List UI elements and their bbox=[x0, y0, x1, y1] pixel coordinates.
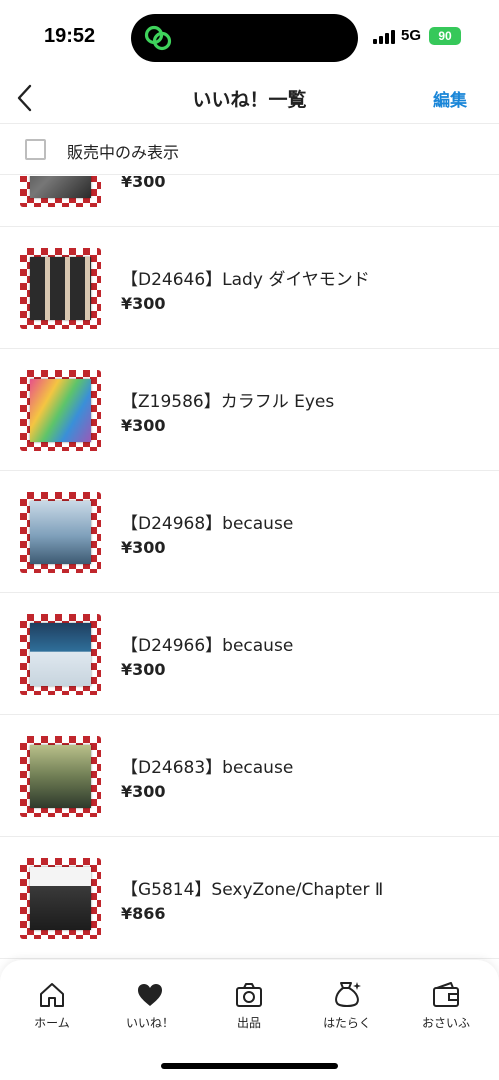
status-time: 19:52 bbox=[44, 25, 96, 47]
status-bar: 19:52 5G 90 bbox=[0, 0, 499, 72]
signal-icon bbox=[373, 30, 397, 44]
tab-likes-label: いいね！ bbox=[125, 1016, 174, 1030]
home-indicator[interactable] bbox=[161, 1063, 338, 1069]
item-title: 【D24966】because bbox=[121, 636, 294, 656]
tab-wallet-label: おさいふ bbox=[421, 1016, 470, 1030]
item-price: ¥300 bbox=[121, 538, 166, 557]
list-item[interactable]: 【D24646】Lady ダイヤモンド ¥300 bbox=[0, 227, 499, 349]
page-title: いいね！一覧 bbox=[192, 89, 307, 111]
list-item[interactable]: ¥300 bbox=[0, 176, 499, 227]
item-price: ¥300 bbox=[121, 782, 166, 801]
item-title: 【D24646】Lady ダイヤモンド bbox=[121, 270, 370, 290]
on-sale-only-checkbox[interactable] bbox=[25, 139, 46, 160]
battery-icon: 90 bbox=[429, 27, 461, 45]
tab-sell[interactable]: 出品 bbox=[204, 980, 294, 1036]
item-title: 【G5814】SexyZone/Chapter Ⅱ bbox=[121, 880, 384, 900]
item-thumbnail bbox=[20, 858, 101, 939]
list-item[interactable]: 【G5814】SexyZone/Chapter Ⅱ ¥866 bbox=[0, 837, 499, 959]
wallet-icon bbox=[433, 982, 459, 1007]
app-activity-icon bbox=[144, 25, 172, 51]
list-item[interactable]: 【D24966】because ¥300 bbox=[0, 593, 499, 715]
tab-home[interactable]: ホーム bbox=[7, 980, 97, 1036]
filter-row[interactable]: 販売中のみ表示 bbox=[0, 125, 499, 175]
tab-work-label: はたらく bbox=[323, 1016, 371, 1030]
liked-items-list[interactable]: ¥300 【D24646】Lady ダイヤモンド ¥300 【Z19586】カラ… bbox=[0, 176, 499, 960]
network-type: 5G bbox=[401, 27, 422, 44]
item-thumbnail bbox=[20, 492, 101, 573]
money-bag-icon bbox=[335, 982, 361, 1007]
on-sale-only-label: 販売中のみ表示 bbox=[67, 143, 180, 162]
list-item[interactable]: 【D24968】because ¥300 bbox=[0, 471, 499, 593]
item-thumbnail bbox=[20, 614, 101, 695]
item-thumbnail bbox=[20, 176, 101, 207]
tab-home-label: ホーム bbox=[34, 1016, 70, 1030]
dynamic-island bbox=[131, 14, 358, 62]
item-title: 【D24683】because bbox=[121, 758, 294, 778]
edit-button[interactable]: 編集 bbox=[433, 86, 467, 111]
tab-wallet[interactable]: おさいふ bbox=[401, 980, 491, 1036]
tab-work[interactable]: はたらく bbox=[302, 980, 392, 1036]
item-price: ¥300 bbox=[121, 176, 166, 191]
item-title: 【D24968】because bbox=[121, 514, 294, 534]
bottom-tab-bar: ホーム いいね！ 出品 はたらく おさいふ bbox=[0, 960, 499, 1080]
home-icon bbox=[40, 983, 64, 1007]
item-price: ¥866 bbox=[121, 904, 166, 923]
item-thumbnail bbox=[20, 736, 101, 817]
list-item[interactable]: 【Z19586】カラフル Eyes ¥300 bbox=[0, 349, 499, 471]
item-price: ¥300 bbox=[121, 660, 166, 679]
item-price: ¥300 bbox=[121, 416, 166, 435]
list-item[interactable]: 【D24683】because ¥300 bbox=[0, 715, 499, 837]
battery-level: 90 bbox=[438, 29, 452, 43]
item-title: 【Z19586】カラフル Eyes bbox=[121, 392, 335, 412]
item-price: ¥300 bbox=[121, 294, 166, 313]
item-thumbnail bbox=[20, 248, 101, 329]
nav-header: いいね！一覧 編集 bbox=[0, 72, 499, 124]
camera-icon bbox=[236, 983, 262, 1007]
item-thumbnail bbox=[20, 370, 101, 451]
heart-icon bbox=[138, 984, 162, 1006]
tab-likes[interactable]: いいね！ bbox=[105, 980, 195, 1036]
tab-sell-label: 出品 bbox=[236, 1016, 261, 1030]
